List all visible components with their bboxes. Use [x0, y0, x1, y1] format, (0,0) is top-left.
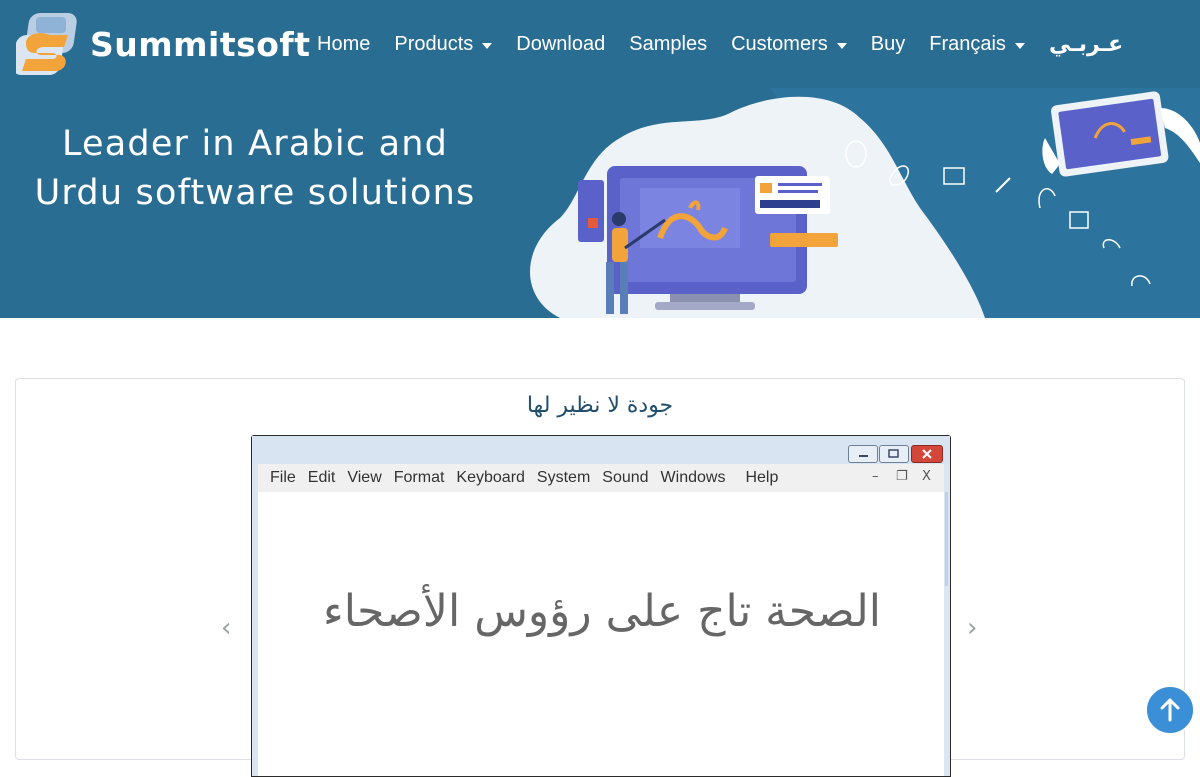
menu-help: Help [745, 469, 779, 486]
nav-download-label: Download [516, 32, 606, 55]
carousel-prev-button[interactable]: ‹ [221, 615, 231, 641]
nav-download[interactable]: Download [516, 33, 605, 56]
app-window-screenshot: File Edit View Format Keyboard System So… [251, 435, 951, 777]
menu-format: Format [393, 469, 445, 486]
brand[interactable]: Summitsoft [12, 12, 311, 76]
caret-down-icon [836, 42, 847, 49]
minimize-icon [848, 445, 878, 463]
caret-down-icon [1014, 42, 1025, 49]
feature-carousel: جودة لا نظير لها ‹ › File Edit View Form… [15, 378, 1185, 777]
arrow-up-icon [1160, 698, 1180, 722]
nav-customers-label: Customers [731, 32, 828, 55]
nav-buy-label: Buy [870, 32, 906, 55]
maximize-icon [879, 445, 909, 463]
hero-title: Leader in Arabic and Urdu software solut… [20, 120, 490, 218]
carousel-next-button[interactable]: › [967, 615, 977, 641]
hero-banner: Leader in Arabic and Urdu software solut… [0, 88, 1200, 318]
document-text: الصحة تاج على رؤوس الأصحاء [323, 586, 881, 637]
mdi-close-icon: X [922, 469, 931, 484]
hero-title-line2: Urdu software solutions [34, 173, 476, 213]
hero-title-line1: Leader in Arabic and [61, 124, 449, 164]
close-icon [911, 445, 943, 463]
main-nav: Home Products Download Samples Customers… [317, 0, 1147, 88]
nav-arabic[interactable]: عـربـي [1049, 32, 1123, 57]
menu-keyboard: Keyboard [456, 469, 525, 486]
menu-windows: Windows [660, 469, 726, 486]
window-client-area: File Edit View Format Keyboard System So… [258, 464, 948, 776]
nav-home[interactable]: Home [317, 33, 370, 56]
menu-file: File [270, 469, 296, 486]
mdi-minimize-icon: – [872, 469, 879, 484]
menu-edit: Edit [307, 469, 336, 486]
navbar: Summitsoft Home Products Download Sample… [0, 0, 1200, 88]
menu-sound: Sound [602, 469, 649, 486]
scroll-to-top-button[interactable] [1145, 685, 1195, 735]
mdi-restore-icon: ❐ [896, 469, 908, 484]
summitsoft-logo-icon [12, 13, 78, 75]
app-menubar: File Edit View Format Keyboard System So… [258, 464, 944, 492]
nav-french[interactable]: Français [929, 33, 1025, 56]
nav-french-label: Français [929, 32, 1006, 55]
nav-products-label: Products [394, 32, 474, 55]
window-title-bar [252, 436, 950, 464]
menu-system: System [536, 469, 591, 486]
brand-name: Summitsoft [90, 24, 311, 64]
nav-products[interactable]: Products [394, 32, 493, 56]
carousel-title: جودة لا نظير لها [526, 393, 674, 418]
nav-samples-label: Samples [629, 32, 708, 55]
nav-customers[interactable]: Customers [731, 33, 847, 56]
nav-samples[interactable]: Samples [629, 33, 707, 56]
nav-home-label: Home [317, 32, 371, 55]
nav-buy[interactable]: Buy [871, 33, 905, 56]
window-scroll-indicator [945, 492, 948, 586]
menu-view: View [347, 469, 382, 486]
caret-down-icon [482, 42, 493, 49]
